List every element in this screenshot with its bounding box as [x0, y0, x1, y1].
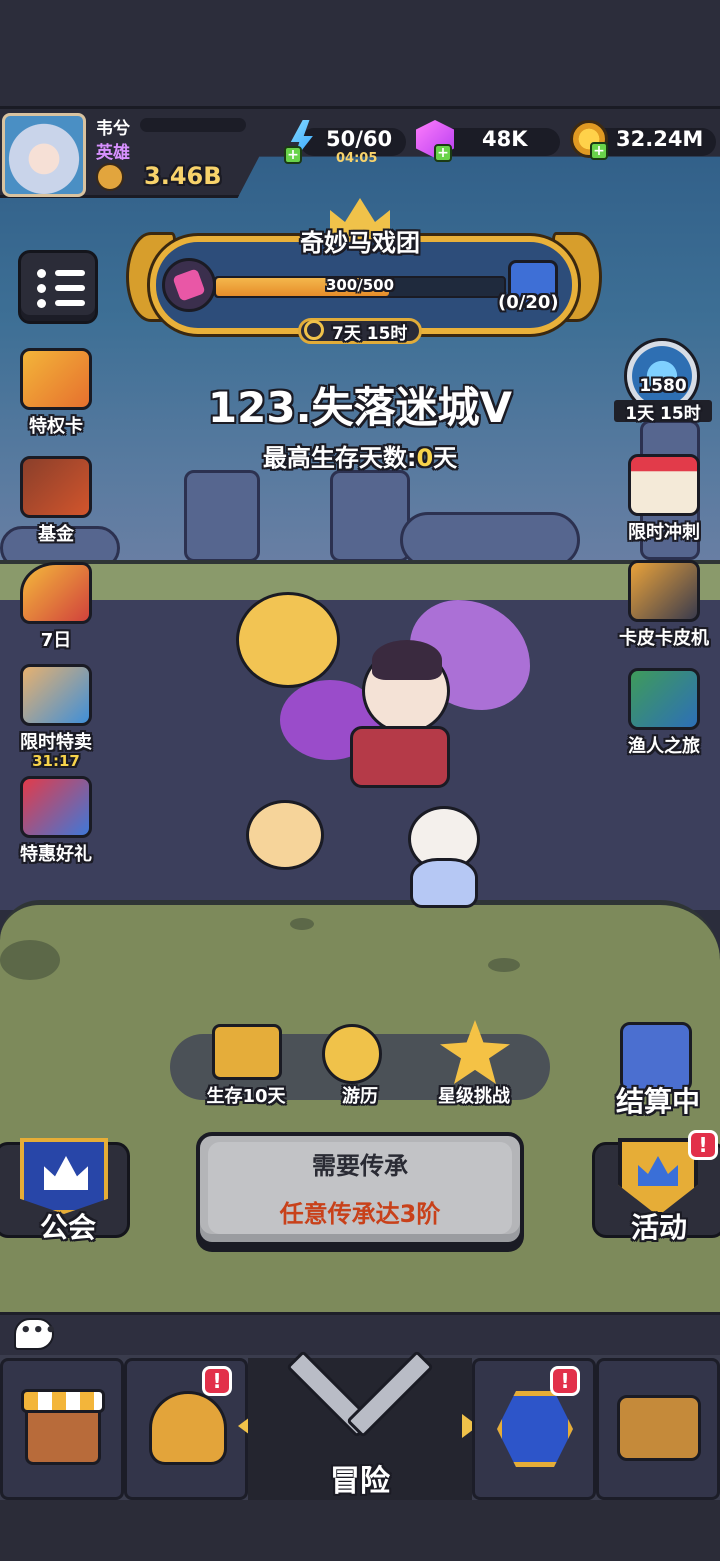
activity-label: 活动: [630, 1211, 687, 1244]
chat-strip: [0, 1312, 720, 1360]
plus-icon[interactable]: +: [284, 146, 302, 164]
survival-record: 最高生存天数:0天: [0, 438, 720, 473]
limited-sprint-button[interactable]: 限时冲刺: [618, 450, 710, 543]
slot-machine-button[interactable]: 卡皮卡皮机: [618, 556, 710, 649]
alert-badge: !: [688, 1130, 718, 1160]
chat-icon: •••: [20, 1320, 58, 1341]
plus-icon[interactable]: +: [590, 142, 608, 160]
survival-value: 0: [416, 444, 434, 472]
shop-awning: [21, 1389, 105, 1413]
side-label: 卡皮卡皮机: [619, 628, 709, 649]
alert-badge: !: [202, 1366, 232, 1396]
player-avatar[interactable]: [2, 113, 86, 197]
chest-icon: [212, 1024, 282, 1080]
menu-line: [55, 285, 85, 291]
action-label: 星级挑战: [438, 1086, 510, 1107]
rank-timer: 1天 15时: [625, 404, 701, 424]
alert-badge: !: [550, 1366, 580, 1396]
name-bar: [140, 118, 246, 132]
privilege-card-icon: [20, 348, 92, 410]
menu-dot: [37, 269, 46, 278]
side-label: 特惠好礼: [20, 844, 92, 865]
ground-patch: [290, 918, 314, 930]
star-icon: [440, 1020, 510, 1084]
calendar-icon: [628, 454, 700, 516]
side-label: 限时特卖: [20, 732, 92, 753]
nav-treasure-tab[interactable]: [596, 1358, 720, 1500]
inherit-requirement: 任意传承达3阶: [279, 1200, 441, 1228]
menu-dot: [37, 284, 46, 293]
side-label: 限时冲刺: [628, 522, 700, 543]
player-name: 韦兮: [96, 119, 130, 139]
ruin-pillar: [184, 470, 260, 562]
guild-label: 公会: [39, 1211, 96, 1244]
ruin-pillar: [330, 470, 410, 562]
side-label: 基金: [38, 524, 74, 545]
slot-machine-icon: [628, 560, 700, 622]
hamster-pet: [246, 800, 324, 870]
ground-patch: [0, 940, 60, 980]
survival-unit: 天: [433, 444, 458, 472]
privilege-card-button[interactable]: 特权卡: [10, 344, 102, 437]
bottom-base: [0, 1500, 720, 1561]
event-title: 奇妙马戏团: [300, 229, 420, 257]
gift-icon: [20, 776, 92, 838]
gift-count: (0/20): [498, 292, 559, 313]
side-label: 渔人之旅: [628, 736, 700, 757]
limited-sale-icon: [20, 664, 92, 726]
upgrade-arrow-icon: [497, 1391, 573, 1467]
energy-timer: 04:05: [336, 151, 378, 166]
gold-value: 32.24M: [616, 127, 704, 151]
action-label: 生存10天: [206, 1086, 286, 1107]
hero-hair: [372, 640, 442, 680]
fund-button[interactable]: 基金: [10, 452, 102, 545]
menu-line: [55, 270, 85, 276]
side-label: 7日: [40, 630, 72, 651]
travel-button[interactable]: 游历: [322, 1024, 398, 1107]
menu-dot: [37, 299, 46, 308]
helmet-icon: [149, 1391, 227, 1465]
limited-sale-button[interactable]: 限时特卖 31:17: [10, 660, 102, 770]
menu-button[interactable]: [18, 250, 98, 324]
top-backdrop: [0, 0, 720, 110]
energy-value: 50/60: [326, 127, 393, 151]
ground-patch: [488, 958, 520, 972]
hero-body: [350, 726, 450, 788]
fisherman-icon: [628, 668, 700, 730]
menu-line: [55, 300, 85, 306]
power-icon: [96, 163, 124, 191]
event-progress-text: 300/500: [325, 276, 395, 294]
gem-value: 48K: [482, 127, 528, 151]
fund-icon: [20, 456, 92, 518]
seven-day-button[interactable]: 7日: [10, 558, 102, 651]
nav-adventure-label: 冒险: [330, 1464, 390, 1499]
sale-countdown: 31:17: [32, 752, 80, 770]
event-timer: 7天 15时: [332, 324, 408, 344]
action-label: 游历: [342, 1086, 378, 1107]
survival-reward-button[interactable]: 生存10天: [206, 1024, 286, 1107]
clock-icon: [304, 320, 324, 340]
seven-day-icon: [20, 562, 92, 624]
lion-pet: [236, 592, 340, 688]
power-value: 3.46B: [144, 162, 222, 190]
gift-button[interactable]: 特惠好礼: [10, 772, 102, 865]
survival-label: 最高生存天数:: [262, 444, 417, 472]
nav-shop-tab[interactable]: [0, 1358, 124, 1500]
fisherman-journey-button[interactable]: 渔人之旅: [618, 664, 710, 757]
princess-dress: [410, 858, 478, 908]
plus-icon[interactable]: +: [434, 144, 452, 162]
treasure-chest-icon: [617, 1395, 701, 1461]
settle-label: 结算中: [615, 1085, 700, 1118]
inherit-title: 需要传承: [312, 1152, 408, 1180]
side-label: 特权卡: [29, 416, 83, 437]
compass-icon: [322, 1024, 382, 1084]
star-challenge-button[interactable]: 星级挑战: [436, 1020, 512, 1107]
rank-score: 1580: [639, 376, 687, 396]
player-rank: 英雄: [96, 143, 130, 163]
